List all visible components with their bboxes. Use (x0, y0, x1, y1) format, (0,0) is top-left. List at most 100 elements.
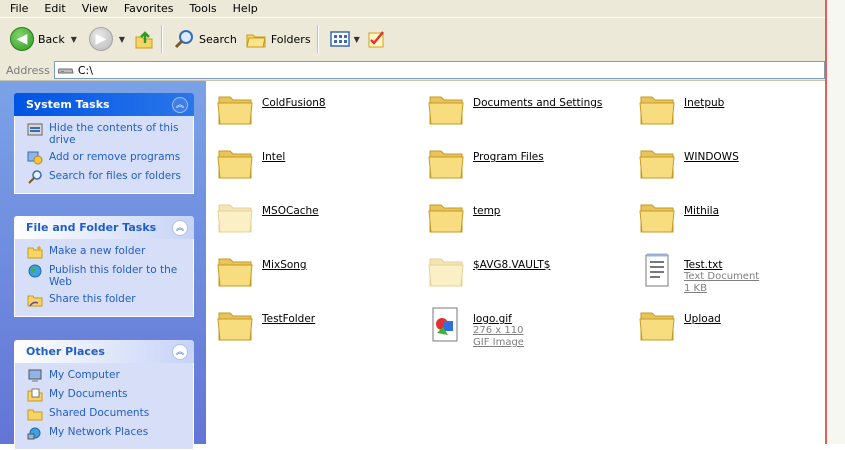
item-meta: temp (473, 199, 500, 217)
task-pane: System Tasks ︽ Hide the contents of this… (0, 81, 206, 450)
up-folder-button[interactable] (133, 24, 155, 54)
other-places-title: Other Places (26, 345, 105, 358)
folder-item[interactable]: MSOCache (216, 199, 406, 243)
folder-item[interactable]: Upload (638, 307, 828, 351)
file-list-view: ColdFusion8 Documents and Settings Inetpub… (206, 81, 825, 444)
search-icon (174, 30, 194, 49)
folder-item[interactable]: $AVG8.VAULT$ (427, 253, 617, 297)
task-label: Make a new folder (49, 245, 146, 257)
toolbar-separator (161, 25, 164, 53)
collapse-chevron-icon[interactable]: ︽ (172, 96, 188, 113)
item-meta: Upload (684, 307, 721, 325)
item-meta: Documents and Settings (473, 91, 602, 109)
item-name: Mithila (684, 205, 720, 217)
back-dropdown-icon[interactable]: ▼ (71, 35, 77, 44)
my-computer-icon (28, 369, 42, 382)
item-meta: Inetpub (684, 91, 724, 109)
task-publish-web[interactable]: Publish this folder to the Web (27, 264, 185, 288)
folder-item[interactable]: Program Files (427, 145, 617, 189)
collapse-chevron-icon[interactable]: ︽ (172, 219, 188, 236)
folder-item[interactable]: Documents and Settings (427, 91, 617, 135)
place-shared-documents[interactable]: Shared Documents (27, 407, 185, 421)
other-places-header[interactable]: Other Places ︽ (14, 340, 194, 363)
place-my-documents[interactable]: My Documents (27, 388, 185, 402)
folder-item[interactable]: Mithila (638, 199, 828, 243)
item-name: Inetpub (684, 97, 725, 109)
checklist-icon (368, 31, 384, 48)
item-meta: Intel (262, 145, 285, 163)
menu-help[interactable]: Help (225, 2, 266, 15)
item-detail: 1 KB (684, 283, 707, 294)
views-dropdown-icon[interactable]: ▼ (354, 35, 360, 44)
folder-item[interactable]: temp (427, 199, 617, 243)
folder-item[interactable]: ColdFusion8 (216, 91, 406, 135)
item-meta: MSOCache (262, 199, 319, 217)
shared-documents-icon (27, 409, 43, 421)
item-detail: GIF Image (473, 337, 524, 348)
forward-button[interactable]: ▶ ▼ (88, 24, 125, 54)
item-meta: Mithila (684, 199, 719, 217)
task-label: Search for files or folders (49, 170, 182, 182)
item-name: WINDOWS (684, 151, 739, 163)
folder-item[interactable]: Inetpub (638, 91, 828, 135)
item-meta: logo.gif 276 x 110 GIF Image (473, 307, 524, 349)
folder-item[interactable]: MixSong (216, 253, 406, 297)
task-label: Hide the contents of this drive (49, 122, 179, 146)
back-arrow-icon: ◀ (10, 27, 34, 51)
task-label: Share this folder (49, 293, 136, 305)
folder-item[interactable]: WINDOWS (638, 145, 828, 189)
item-meta: ColdFusion8 (262, 91, 326, 109)
task-add-remove-programs[interactable]: Add or remove programs (27, 151, 185, 165)
menu-edit[interactable]: Edit (36, 2, 73, 15)
menu-favorites[interactable]: Favorites (116, 2, 182, 15)
item-detail: 276 x 110 (473, 325, 524, 336)
folder-item[interactable]: TestFolder (216, 307, 406, 351)
checklist-button[interactable] (366, 24, 388, 54)
item-meta: Test.txt Text Document 1 KB (684, 253, 759, 295)
system-tasks-header[interactable]: System Tasks ︽ (14, 93, 194, 116)
hidden-folder-icon (216, 199, 254, 235)
search-label: Search (199, 32, 237, 46)
menu-view[interactable]: View (74, 2, 116, 15)
task-share-folder[interactable]: Share this folder (27, 293, 185, 307)
item-name: Intel (262, 151, 286, 163)
item-name: temp (473, 205, 501, 217)
other-places-panel: Other Places ︽ My Computer My Documents … (14, 340, 194, 450)
menu-file[interactable]: File (0, 2, 36, 15)
share-folder-icon (27, 295, 43, 307)
folder-icon (638, 199, 676, 235)
folder-icon (638, 91, 676, 127)
menu-tools[interactable]: Tools (182, 2, 225, 15)
folder-icon (638, 307, 676, 343)
task-new-folder[interactable]: Make a new folder (27, 245, 185, 259)
views-button[interactable]: ▼ (329, 24, 360, 54)
views-icon (329, 31, 350, 47)
item-meta: WINDOWS (684, 145, 739, 163)
file-folder-tasks-header[interactable]: File and Folder Tasks ︽ (14, 216, 194, 239)
task-hide-contents[interactable]: Hide the contents of this drive (27, 122, 185, 146)
search-button[interactable]: Search (173, 24, 237, 54)
item-detail: Text Document (684, 271, 760, 282)
forward-arrow-icon: ▶ (88, 27, 113, 51)
folder-item[interactable]: Intel (216, 145, 406, 189)
item-meta: Program Files (473, 145, 544, 163)
hidden-folder-icon (427, 253, 465, 289)
folder-icon (427, 199, 465, 235)
item-meta: TestFolder (262, 307, 315, 325)
file-item[interactable]: Test.txt Text Document 1 KB (638, 253, 828, 297)
back-button[interactable]: ◀ Back ▼ (10, 24, 77, 54)
address-field[interactable]: C:\ (53, 61, 825, 79)
folders-button[interactable]: Folders (245, 24, 311, 54)
item-name: $AVG8.VAULT$ (473, 259, 551, 271)
back-label: Back (38, 32, 65, 46)
search-icon (28, 170, 42, 184)
folders-icon (246, 34, 266, 48)
folder-icon (638, 145, 676, 181)
forward-dropdown-icon[interactable]: ▼ (119, 35, 125, 44)
system-tasks-title: System Tasks (26, 98, 110, 111)
task-search-files[interactable]: Search for files or folders (27, 170, 185, 184)
place-my-computer[interactable]: My Computer (27, 369, 185, 383)
file-item[interactable]: logo.gif 276 x 110 GIF Image (427, 307, 617, 351)
collapse-chevron-icon[interactable]: ︽ (172, 343, 188, 360)
place-my-network-places[interactable]: My Network Places (27, 426, 185, 440)
